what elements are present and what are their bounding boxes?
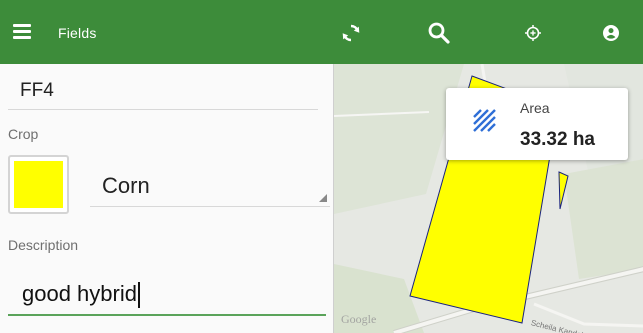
dropdown-caret-icon bbox=[319, 194, 327, 202]
app-window: Fields FF4 Crop Corn Description good hy… bbox=[0, 0, 643, 333]
description-value: good hybrid bbox=[22, 281, 137, 306]
text-cursor bbox=[138, 282, 140, 308]
field-name-value: FF4 bbox=[20, 80, 54, 101]
page-title: Fields bbox=[58, 25, 97, 41]
area-card: Area 33.32 ha bbox=[446, 88, 628, 160]
map-attribution: Google bbox=[341, 312, 377, 326]
search-icon[interactable] bbox=[424, 18, 454, 48]
menu-icon[interactable] bbox=[10, 18, 40, 46]
area-label: Area bbox=[520, 100, 550, 116]
top-app-bar: Fields bbox=[0, 0, 643, 64]
crop-color-swatch bbox=[14, 161, 63, 208]
crop-select-value: Corn bbox=[102, 173, 150, 198]
crop-select[interactable]: Corn bbox=[90, 164, 330, 207]
field-form: FF4 Crop Corn Description good hybrid bbox=[0, 64, 333, 333]
account-icon[interactable] bbox=[596, 18, 626, 48]
crop-label: Crop bbox=[8, 126, 39, 142]
area-hatch-icon bbox=[473, 109, 496, 132]
map-view[interactable]: Google Scheila Kandelstrasse Area 33.32 … bbox=[333, 64, 643, 333]
description-label: Description bbox=[8, 237, 79, 253]
add-location-icon[interactable] bbox=[518, 18, 548, 48]
crop-color-button[interactable] bbox=[8, 155, 69, 214]
description-input[interactable]: good hybrid bbox=[8, 276, 326, 316]
area-value: 33.32 ha bbox=[520, 129, 595, 150]
field-name-input[interactable]: FF4 bbox=[8, 80, 318, 110]
sync-icon[interactable] bbox=[336, 18, 366, 48]
